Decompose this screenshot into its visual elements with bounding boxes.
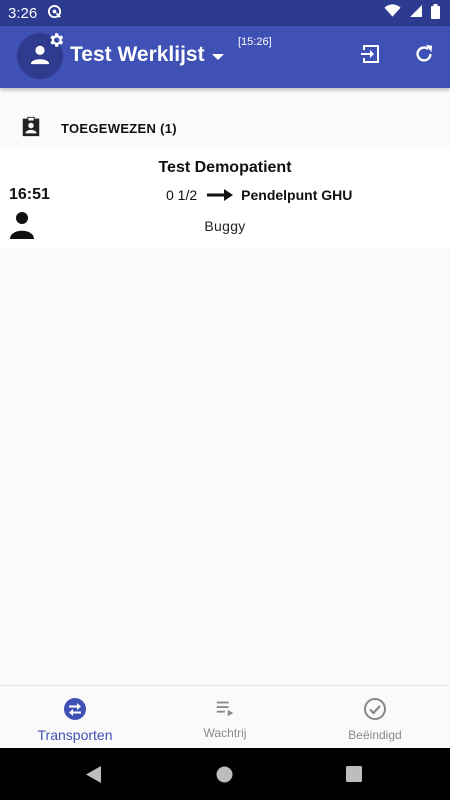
- logout-icon: [359, 42, 383, 71]
- battery-icon: [431, 3, 440, 23]
- refresh-icon: [413, 43, 435, 70]
- destination-location: Pendelpunt GHU: [241, 187, 353, 203]
- origin-location: 0 1/2: [166, 187, 198, 203]
- page-title: Test Werklijst: [70, 43, 205, 66]
- arrow-right-icon: [207, 189, 234, 201]
- transport-time: 16:51: [9, 186, 50, 203]
- section-header-assigned: TOEGEWEZEN (1): [0, 108, 450, 148]
- tab-label: Wachtrij: [203, 726, 247, 740]
- last-update-time: [15:26]: [238, 36, 272, 48]
- vehicle-type: Buggy: [204, 218, 246, 234]
- gear-icon: [47, 31, 65, 54]
- queue-icon: [214, 697, 236, 722]
- sync-status-icon: [47, 4, 62, 23]
- transport-route: 0 1/2 Pendelpunt GHU: [166, 187, 352, 203]
- tab-beeindigd[interactable]: Beëindigd: [300, 686, 450, 749]
- system-navigation-bar: [0, 748, 450, 800]
- refresh-button[interactable]: [408, 40, 440, 72]
- tab-label: Beëindigd: [348, 728, 402, 742]
- app-bar: Test Werklijst [15:26]: [0, 26, 450, 88]
- worklist-selector[interactable]: Test Werklijst: [70, 43, 225, 67]
- section-title: TOEGEWEZEN (1): [61, 120, 177, 136]
- status-time: 3:26: [8, 4, 38, 22]
- dropdown-arrow-icon: [211, 43, 225, 67]
- status-bar: 3:26: [0, 0, 450, 26]
- logout-button[interactable]: [355, 40, 387, 72]
- transport-card[interactable]: Test Demopatient 16:51 0 1/2 Pendelpunt …: [0, 149, 450, 247]
- user-settings-button[interactable]: [17, 31, 65, 79]
- signal-icon: [409, 4, 423, 22]
- tab-label: Transporten: [37, 727, 113, 743]
- bottom-navigation: Transporten Wachtrij Beëindigd: [0, 685, 450, 749]
- home-icon[interactable]: [216, 766, 233, 788]
- back-icon[interactable]: [86, 766, 102, 788]
- recents-icon[interactable]: [346, 766, 362, 787]
- patient-name: Test Demopatient: [158, 159, 292, 176]
- assigned-badge-icon: [20, 115, 42, 142]
- swap-icon: [63, 697, 87, 724]
- tab-transporten[interactable]: Transporten: [0, 686, 150, 749]
- wifi-icon: [384, 4, 401, 22]
- check-circle-icon: [363, 697, 387, 724]
- tab-wachtrij[interactable]: Wachtrij: [150, 686, 300, 749]
